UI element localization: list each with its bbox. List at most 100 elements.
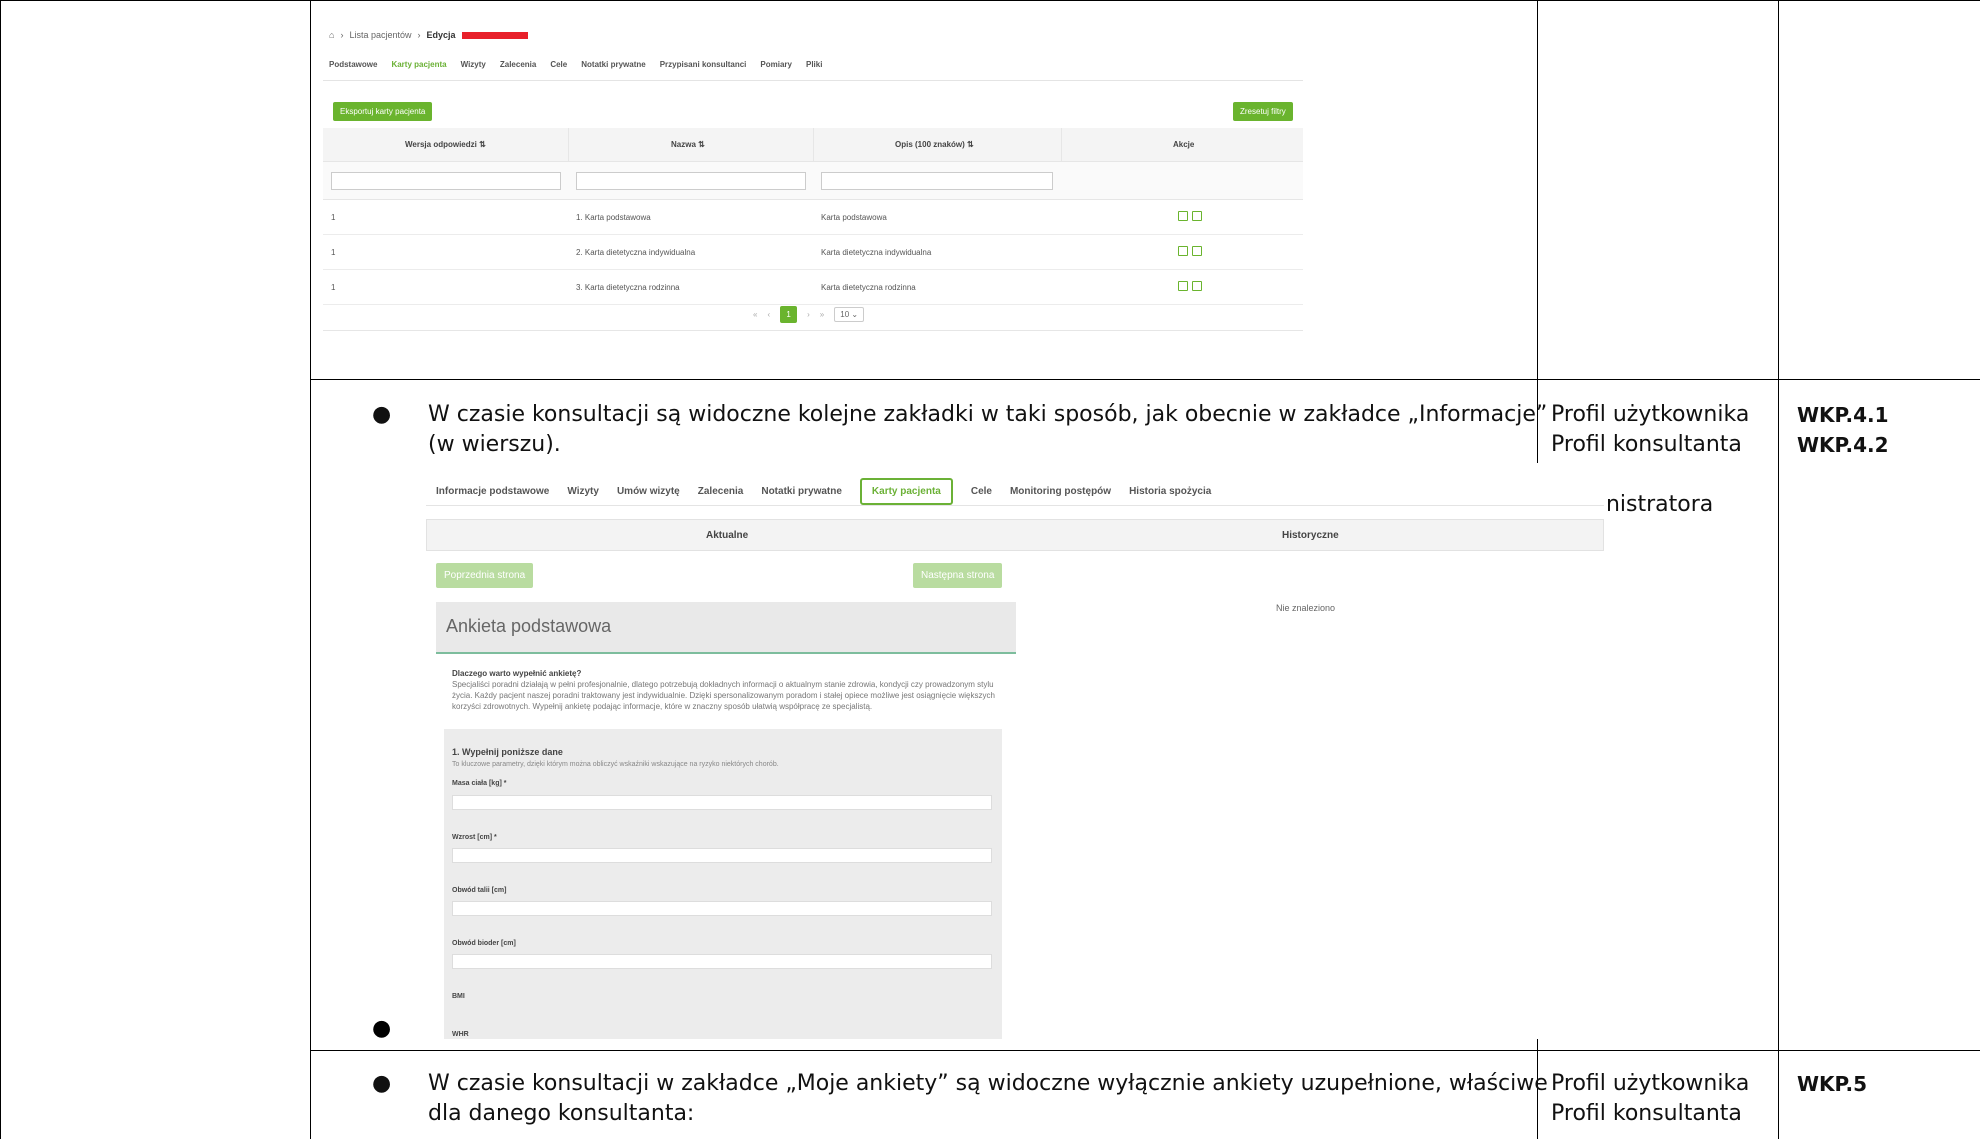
height-input[interactable] bbox=[452, 848, 992, 863]
col-line-3 bbox=[1778, 0, 1779, 1139]
field-label-hips: Obwód bioder [cm] bbox=[452, 940, 516, 947]
tab-informacje[interactable]: Informacje podstawowe bbox=[436, 486, 549, 497]
table-row[interactable]: 1 2. Karta dietetyczna indywidualna Kart… bbox=[323, 235, 1303, 270]
edit-icon[interactable] bbox=[1192, 281, 1202, 291]
profile-item: Profil konsultanta bbox=[1551, 432, 1742, 457]
page-size-select[interactable]: 10 ⌄ bbox=[834, 307, 865, 322]
cell-desc: Karta dietetyczna indywidualna bbox=[821, 248, 932, 257]
columns-header: Aktualne Historyczne bbox=[426, 519, 1604, 551]
tab-wizyty[interactable]: Wizyty bbox=[461, 60, 486, 69]
tab-bar: Informacje podstawowe Wizyty Umów wizytę… bbox=[436, 478, 1211, 505]
field-label-height: Wzrost [cm] * bbox=[452, 834, 497, 841]
field-label-waist: Obwód talii [cm] bbox=[452, 887, 507, 894]
prev-page-button[interactable]: Poprzednia strona bbox=[436, 563, 534, 588]
history-empty-text: Nie znaleziono bbox=[1276, 603, 1336, 613]
tab-monitoring[interactable]: Monitoring postępów bbox=[1010, 486, 1111, 497]
bullet-dot: ● bbox=[372, 402, 392, 427]
tab-pliki[interactable]: Pliki bbox=[806, 60, 822, 69]
codes-row3: WKP.5 bbox=[1797, 1069, 1867, 1099]
col-name-header[interactable]: Nazwa ⇅ bbox=[671, 140, 705, 149]
tab-cele[interactable]: Cele bbox=[971, 486, 992, 497]
reset-filters-button[interactable]: Zresetuj filtry bbox=[1233, 102, 1293, 121]
intro-heading: Dlaczego warto wypełnić ankietę? bbox=[452, 669, 582, 678]
version-filter-input[interactable] bbox=[331, 172, 561, 190]
chevron-right-icon: › bbox=[340, 30, 344, 40]
cell-version: 1 bbox=[331, 213, 336, 222]
row-divider-2 bbox=[310, 1050, 1980, 1051]
patient-cards-screenshot: ⌂ › Lista pacjentów › Edycja Podstawowe … bbox=[323, 20, 1303, 334]
filter-row bbox=[323, 162, 1303, 200]
open-icon[interactable] bbox=[1178, 211, 1188, 221]
tab-wizyty[interactable]: Wizyty bbox=[567, 486, 599, 497]
survey-title: Ankieta podstawowa bbox=[436, 602, 1016, 654]
bullet-row3: ● W czasie konsultacji w zakładce „Moje … bbox=[372, 1069, 1548, 1129]
cell-desc: Karta dietetyczna rodzinna bbox=[821, 283, 916, 292]
profile-item: Profil użytkownika bbox=[1551, 402, 1750, 427]
cell-version: 1 bbox=[331, 248, 336, 257]
open-icon[interactable] bbox=[1178, 281, 1188, 291]
next-page-button[interactable]: Następna strona bbox=[913, 563, 1003, 588]
profile-item: Profil konsultanta bbox=[1551, 1101, 1742, 1126]
tab-underline bbox=[426, 505, 1604, 506]
tab-notatki[interactable]: Notatki prywatne bbox=[581, 60, 645, 69]
tab-historia[interactable]: Historia spożycia bbox=[1129, 486, 1211, 497]
col-line-1 bbox=[310, 0, 311, 1139]
prev-page-button[interactable]: ‹ bbox=[767, 310, 770, 319]
redacted-name bbox=[461, 31, 528, 39]
page-1-button[interactable]: 1 bbox=[780, 306, 798, 323]
table-row[interactable]: 1 3. Karta dietetyczna rodzinna Karta di… bbox=[323, 270, 1303, 305]
col-desc-header[interactable]: Opis (100 znaków) ⇅ bbox=[895, 140, 974, 149]
breadcrumb-list[interactable]: Lista pacjentów bbox=[349, 30, 411, 40]
cell-name: 2. Karta dietetyczna indywidualna bbox=[576, 248, 696, 257]
tab-pomiary[interactable]: Pomiary bbox=[760, 60, 792, 69]
field-label-whr: WHR bbox=[452, 1031, 469, 1038]
bullet-text-line1: W czasie konsultacji w zakładce „Moje an… bbox=[428, 1071, 1548, 1096]
tab-karty-pacjenta[interactable]: Karty pacjenta bbox=[859, 478, 953, 505]
next-page-button[interactable]: › bbox=[807, 310, 810, 319]
profile-item: Profil użytkownika bbox=[1551, 1071, 1750, 1096]
requirement-code: WKP.4.2 bbox=[1797, 433, 1889, 457]
tab-zalecenia[interactable]: Zalecenia bbox=[500, 60, 536, 69]
tab-cele[interactable]: Cele bbox=[550, 60, 567, 69]
field-label-bmi: BMI bbox=[452, 993, 465, 1000]
row-actions bbox=[1178, 211, 1202, 221]
waist-input[interactable] bbox=[452, 901, 992, 916]
bullet-text-line2: dla danego konsultanta: bbox=[428, 1101, 695, 1126]
edit-icon[interactable] bbox=[1192, 246, 1202, 256]
tab-umow-wizyte[interactable]: Umów wizytę bbox=[617, 486, 680, 497]
cell-desc: Karta podstawowa bbox=[821, 213, 887, 222]
tab-podstawowe[interactable]: Podstawowe bbox=[329, 60, 377, 69]
row-actions bbox=[1178, 281, 1202, 291]
name-filter-input[interactable] bbox=[576, 172, 806, 190]
desc-filter-input[interactable] bbox=[821, 172, 1053, 190]
col-version-header[interactable]: Wersja odpowiedzi ⇅ bbox=[405, 140, 486, 149]
col-actions-header: Akcje bbox=[1173, 140, 1195, 149]
open-icon[interactable] bbox=[1178, 246, 1188, 256]
first-page-button[interactable]: « bbox=[753, 310, 757, 319]
mass-input[interactable] bbox=[452, 795, 992, 810]
section-subtitle: To kluczowe parametry, dzięki którym moż… bbox=[452, 761, 779, 768]
profiles-row3: Profil użytkownika Profil konsultanta bbox=[1551, 1069, 1749, 1129]
edit-icon[interactable] bbox=[1192, 211, 1202, 221]
table-row[interactable]: 1 1. Karta podstawowa Karta podstawowa bbox=[323, 200, 1303, 235]
tab-karty-pacjenta[interactable]: Karty pacjenta bbox=[391, 60, 446, 69]
tab-zalecenia[interactable]: Zalecenia bbox=[698, 486, 744, 497]
chevron-down-icon: ⌄ bbox=[851, 310, 859, 319]
col-history-header: Historyczne bbox=[1282, 530, 1339, 541]
bullet-dot: ● bbox=[372, 1071, 392, 1096]
screenshot-bottom-edge bbox=[323, 330, 1303, 331]
breadcrumb-current: Edycja bbox=[426, 30, 456, 40]
bullet-row2: ● W czasie konsultacji są widoczne kolej… bbox=[372, 400, 1547, 460]
table-border-top bbox=[0, 0, 1980, 1]
tab-konsultanci[interactable]: Przypisani konsultanci bbox=[660, 60, 747, 69]
hips-input[interactable] bbox=[452, 954, 992, 969]
field-label-mass: Masa ciała [kg] * bbox=[452, 780, 507, 787]
home-icon[interactable]: ⌂ bbox=[329, 30, 334, 40]
tab-notatki[interactable]: Notatki prywatne bbox=[761, 486, 842, 497]
requirement-code: WKP.4.1 bbox=[1797, 403, 1889, 427]
tab-bar: Podstawowe Karty pacjenta Wizyty Zalecen… bbox=[329, 60, 822, 69]
last-page-button[interactable]: » bbox=[820, 310, 824, 319]
bullet-text-line1: W czasie konsultacji są widoczne kolejne… bbox=[428, 402, 1548, 427]
empty-bullet: ● bbox=[372, 1016, 392, 1041]
export-cards-button[interactable]: Eksportuj karty pacjenta bbox=[333, 102, 433, 121]
